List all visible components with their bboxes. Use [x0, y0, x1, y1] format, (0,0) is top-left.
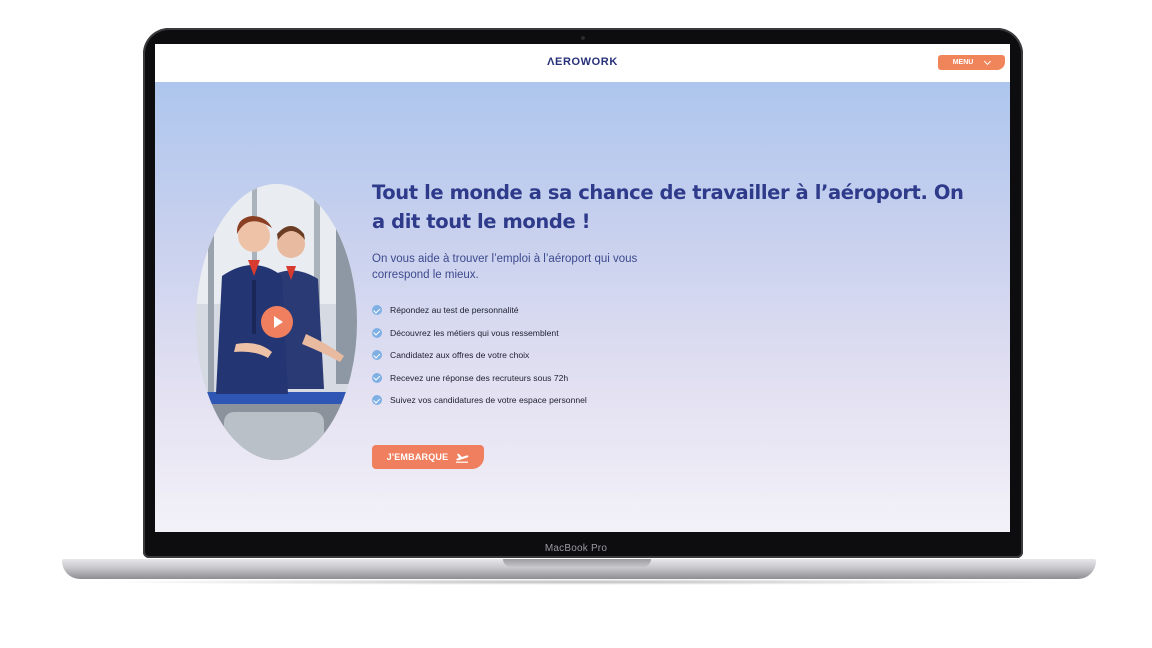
- check-circle-icon: [372, 305, 382, 316]
- check-circle-icon: [372, 372, 382, 383]
- feature-item: Répondez au test de personnalité: [372, 299, 587, 322]
- site-logo[interactable]: ΛEROWORK: [155, 56, 1010, 68]
- feature-text: Recevez une réponse des recruteurs sous …: [390, 372, 569, 383]
- browser-screen: ΛEROWORK MENU Tout le monde a sa chance …: [155, 44, 1010, 532]
- chevron-down-icon: [984, 57, 992, 66]
- airplane-departure-icon: [456, 453, 469, 463]
- menu-button[interactable]: MENU: [938, 55, 1005, 70]
- bezel-label: MacBook Pro: [544, 543, 608, 554]
- feature-list: Répondez au test de personnalité Découvr…: [372, 299, 587, 412]
- embark-button[interactable]: J'EMBARQUE: [372, 445, 484, 469]
- check-circle-icon: [372, 395, 382, 406]
- play-video-button[interactable]: [261, 306, 293, 338]
- embark-label: J'EMBARQUE: [386, 452, 449, 462]
- feature-text: Découvrez les métiers qui vous ressemble…: [390, 327, 559, 338]
- check-circle-icon: [372, 327, 382, 338]
- camera-dot: [581, 36, 585, 40]
- menu-label: MENU: [952, 59, 974, 66]
- feature-item: Découvrez les métiers qui vous ressemble…: [372, 322, 587, 345]
- feature-text: Suivez vos candidatures de votre espace …: [390, 395, 587, 406]
- hero-title: Tout le monde a sa chance de travailler …: [372, 181, 964, 233]
- site-header: ΛEROWORK MENU: [155, 44, 1010, 82]
- play-icon: [274, 316, 283, 328]
- hero-subtitle: On vous aide à trouver l’emploi à l’aéro…: [372, 253, 638, 281]
- feature-item: Suivez vos candidatures de votre espace …: [372, 389, 587, 412]
- check-circle-icon: [372, 350, 382, 361]
- feature-item: Candidatez aux offres de votre choix: [372, 344, 587, 367]
- laptop-notch: [503, 559, 651, 567]
- feature-text: Répondez au test de personnalité: [390, 305, 519, 316]
- feature-text: Candidatez aux offres de votre choix: [390, 350, 530, 361]
- laptop-shadow: [90, 579, 1070, 585]
- feature-item: Recevez une réponse des recruteurs sous …: [372, 367, 587, 390]
